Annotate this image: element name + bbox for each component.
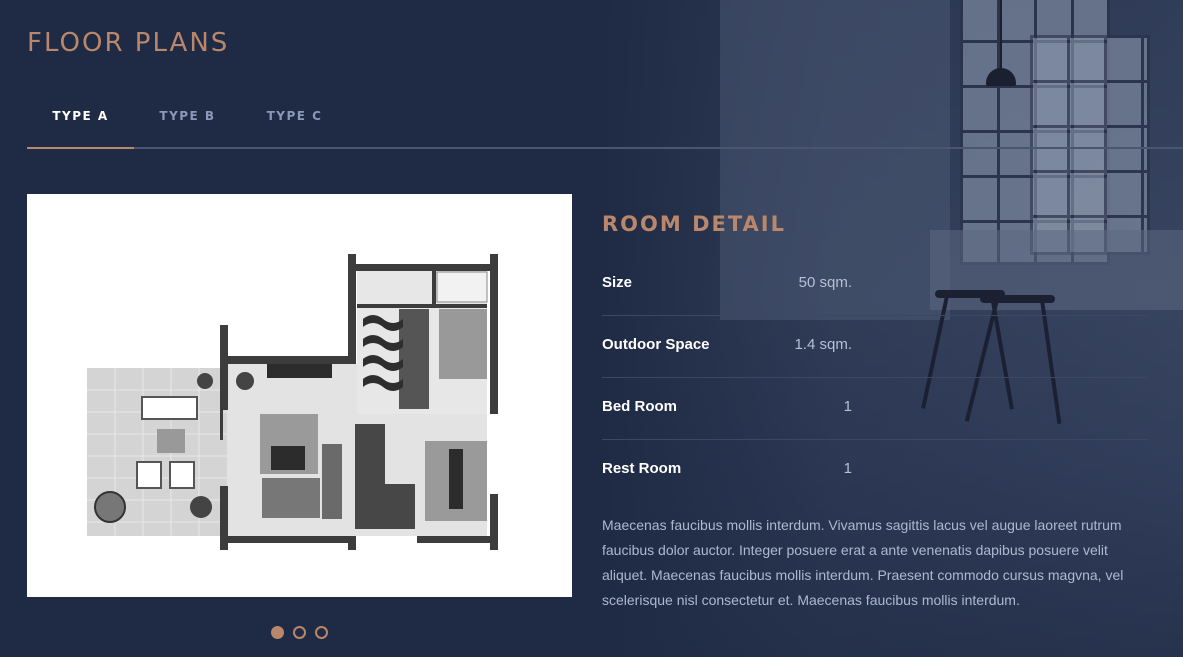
- tab-type-c[interactable]: TYPE C: [241, 100, 348, 147]
- detail-value: 1: [843, 460, 852, 477]
- detail-label: Rest Room: [602, 460, 682, 477]
- carousel-dots: [271, 626, 328, 639]
- room-detail-table: Size 50 sqm. Outdoor Space 1.4 sqm. Bed …: [602, 254, 1148, 502]
- tab-type-a[interactable]: TYPE A: [27, 100, 134, 149]
- detail-label: Bed Room: [602, 398, 677, 415]
- floor-plan-tabs: TYPE A TYPE B TYPE C: [27, 100, 1183, 149]
- page-title: FLOOR PLANS: [27, 28, 230, 58]
- detail-value: 50 sqm.: [798, 274, 852, 291]
- tab-type-b[interactable]: TYPE B: [134, 100, 241, 147]
- floor-plan-drawing: [87, 254, 498, 550]
- carousel-dot-1[interactable]: [271, 626, 284, 639]
- floor-plan-image: [27, 194, 572, 597]
- detail-value: 1: [843, 398, 852, 415]
- detail-row-outdoor-space: Outdoor Space 1.4 sqm.: [602, 316, 1148, 378]
- detail-row-bed-room: Bed Room 1: [602, 378, 1148, 440]
- room-detail-heading: ROOM DETAIL: [602, 212, 787, 236]
- detail-label: Size: [602, 274, 633, 291]
- carousel-dot-3[interactable]: [315, 626, 328, 639]
- room-description: Maecenas faucibus mollis interdum. Vivam…: [602, 517, 1124, 608]
- carousel-dot-2[interactable]: [293, 626, 306, 639]
- detail-row-rest-room: Rest Room 1: [602, 440, 1148, 502]
- detail-row-size: Size 50 sqm.: [602, 254, 1148, 316]
- detail-value: 1.4 sqm.: [794, 336, 852, 353]
- detail-label: Outdoor Space: [602, 336, 710, 353]
